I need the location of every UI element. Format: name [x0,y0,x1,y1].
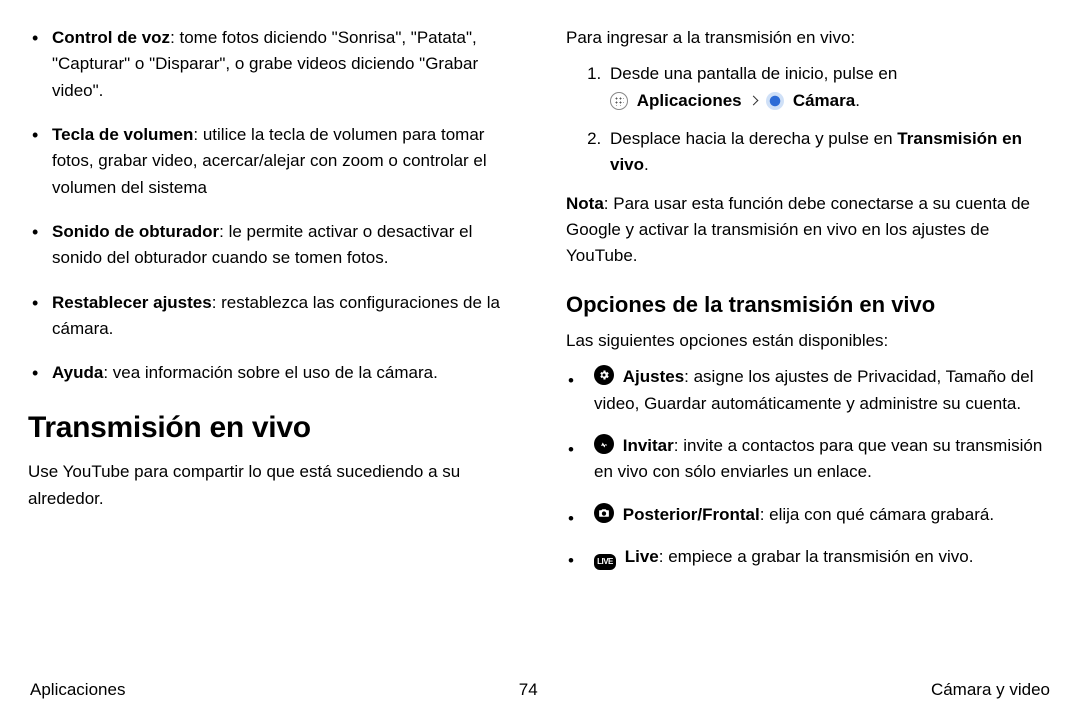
bullet-label: Tecla de volumen [52,125,193,144]
footer-left: Aplicaciones [30,680,125,700]
option-settings: • Ajustes: asigne los ajustes de Privaci… [590,364,1052,417]
step-1: Desde una pantalla de inicio, pulse en A… [606,61,1052,114]
bullet-reset-settings: Restablecer ajustes: restablezca las con… [52,290,514,343]
bullet-shutter-sound: Sonido de obturador: le permite activar … [52,219,514,272]
heading-live-broadcast: Transmisión en vivo [28,405,514,452]
period: . [855,91,860,110]
option-label: Invitar [623,436,674,455]
invite-icon [594,434,614,454]
options-intro: Las siguientes opciones están disponible… [566,328,1052,354]
bullet-label: Sonido de obturador [52,222,219,241]
bullet-label: Restablecer ajustes [52,293,212,312]
live-icon: LIVE [594,554,616,570]
camera-label: Cámara [793,91,855,110]
option-text: : elija con qué cámara grabará. [760,505,994,524]
bullet-volume-key: Tecla de volumen: utilice la tecla de vo… [52,122,514,201]
bullet-icon: • [568,368,574,394]
bullet-icon: • [568,437,574,463]
note-paragraph: Nota: Para usar esta función debe conect… [566,191,1052,270]
page-footer: Aplicaciones 74 Cámara y video [30,680,1050,700]
step-2-text-a: Desplace hacia la derecha y pulse en [610,129,897,148]
footer-page-number: 74 [519,680,538,700]
settings-bullet-list: Control de voz: tome fotos diciendo "Son… [28,25,514,387]
step-1-text: Desde una pantalla de inicio, pulse en [610,64,897,83]
footer-right: Cámara y video [931,680,1050,700]
note-label: Nota [566,194,604,213]
bullet-text: : vea información sobre el uso de la cám… [103,363,438,382]
step-2: Desplace hacia la derecha y pulse en Tra… [606,126,1052,179]
option-live: • LIVE Live: empiece a grabar la transmi… [590,544,1052,570]
bullet-voice-control: Control de voz: tome fotos diciendo "Son… [52,25,514,104]
options-bullet-list: • Ajustes: asigne los ajustes de Privaci… [566,364,1052,570]
option-label: Live [625,547,659,566]
bullet-label: Ayuda [52,363,103,382]
note-text: : Para usar esta función debe conectarse… [566,194,1030,266]
camera-switch-icon [594,503,614,523]
bullet-help: Ayuda: vea información sobre el uso de l… [52,360,514,386]
apps-label: Aplicaciones [637,91,742,110]
option-label: Ajustes [623,367,684,386]
live-broadcast-description: Use YouTube para compartir lo que está s… [28,459,514,512]
chevron-right-icon [749,95,759,105]
left-column: Control de voz: tome fotos diciendo "Son… [28,25,514,720]
right-column: Para ingresar a la transmisión en vivo: … [566,25,1052,720]
live-intro: Para ingresar a la transmisión en vivo: [566,25,1052,51]
option-camera-side: • Posterior/Frontal: elija con qué cámar… [590,502,1052,528]
bullet-icon: • [568,548,574,574]
bullet-icon: • [568,506,574,532]
option-text: : empiece a grabar la transmisión en viv… [659,547,974,566]
option-label: Posterior/Frontal [623,505,760,524]
settings-icon [594,365,614,385]
bullet-label: Control de voz [52,28,170,47]
period: . [644,155,649,174]
option-invite: • Invitar: invite a contactos para que v… [590,433,1052,486]
camera-icon [766,92,784,110]
heading-live-options: Opciones de la transmisión en vivo [566,288,1052,322]
steps-list: Desde una pantalla de inicio, pulse en A… [566,61,1052,178]
apps-icon [610,92,628,110]
